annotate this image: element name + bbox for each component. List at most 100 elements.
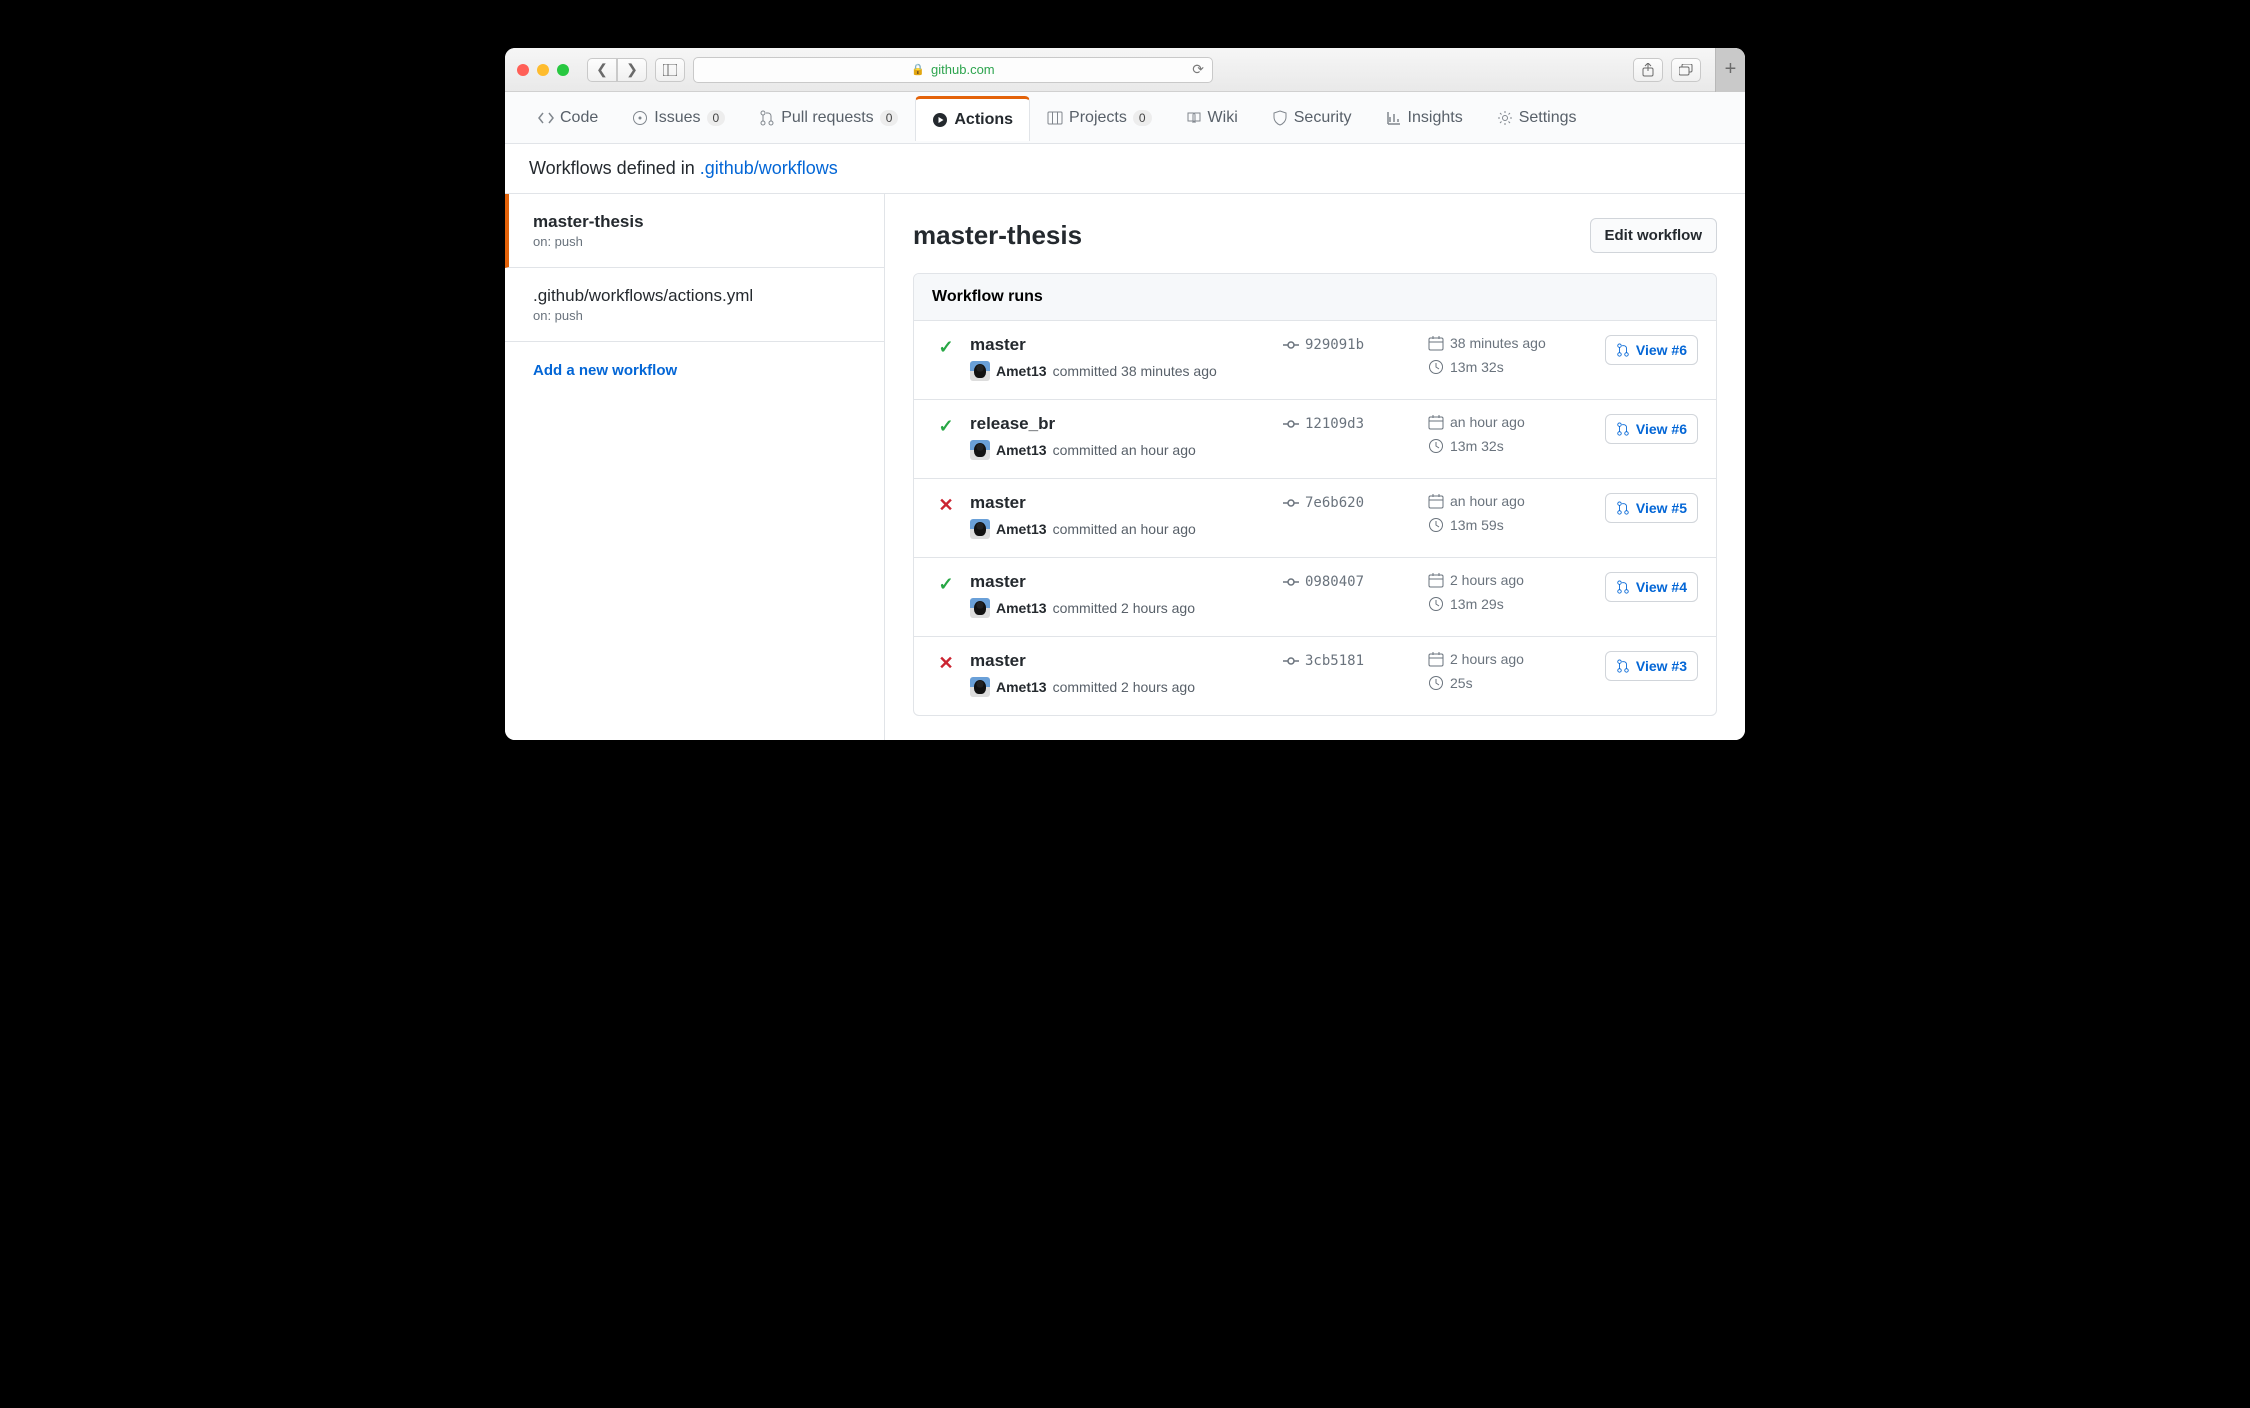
workflow-run-row: ✕ master Amet13 committed 2 hours ago 3c…: [914, 637, 1716, 715]
view-run-button[interactable]: View #5: [1605, 493, 1698, 523]
workflows-path-link[interactable]: .github/workflows: [700, 158, 838, 178]
projects-count: 0: [1133, 110, 1152, 126]
run-info: master Amet13 committed an hour ago: [970, 493, 1273, 539]
commit-sha[interactable]: 3cb5181: [1283, 653, 1418, 669]
run-timing: 2 hours ago 13m 29s: [1428, 572, 1568, 620]
status-failure-icon: ✕: [932, 653, 960, 674]
tab-issues[interactable]: Issues 0: [615, 96, 742, 139]
view-run-button[interactable]: View #6: [1605, 414, 1698, 444]
commit-line: Amet13 committed an hour ago: [970, 519, 1273, 539]
tab-actions[interactable]: Actions: [915, 96, 1030, 141]
breadcrumb-prefix: Workflows defined in: [529, 158, 700, 178]
branch-name[interactable]: master: [970, 493, 1273, 513]
workflow-title: master-thesis: [913, 220, 1082, 251]
view-run-button[interactable]: View #3: [1605, 651, 1698, 681]
committed-text: committed 38 minutes ago: [1053, 363, 1217, 379]
zoom-window-button[interactable]: [557, 64, 569, 76]
tab-security[interactable]: Security: [1255, 96, 1369, 139]
author-link[interactable]: Amet13: [996, 521, 1047, 537]
avatar[interactable]: [970, 677, 990, 697]
edit-workflow-button[interactable]: Edit workflow: [1590, 218, 1718, 253]
code-icon: [538, 110, 554, 126]
tab-settings[interactable]: Settings: [1480, 96, 1594, 139]
commit-line: Amet13 committed an hour ago: [970, 440, 1273, 460]
run-queued-time: 2 hours ago: [1428, 651, 1568, 667]
run-timing: 38 minutes ago 13m 32s: [1428, 335, 1568, 383]
browser-window: ❮ ❯ 🔒 github.com ⟳ + Code Issues 0: [505, 48, 1745, 740]
back-button[interactable]: ❮: [587, 58, 617, 82]
workflow-runs-header: Workflow runs: [914, 274, 1716, 321]
close-window-button[interactable]: [517, 64, 529, 76]
run-info: master Amet13 committed 38 minutes ago: [970, 335, 1273, 381]
workflow-runs-box: Workflow runs ✓ master Amet13 committed …: [913, 273, 1717, 716]
commit-line: Amet13 committed 2 hours ago: [970, 677, 1273, 697]
tab-insights[interactable]: Insights: [1369, 96, 1480, 139]
pulls-count: 0: [880, 110, 899, 126]
tab-projects[interactable]: Projects 0: [1030, 96, 1168, 139]
tabs-button[interactable]: [1671, 58, 1701, 82]
commit-line: Amet13 committed 2 hours ago: [970, 598, 1273, 618]
new-tab-button[interactable]: +: [1715, 48, 1745, 92]
url-bar[interactable]: 🔒 github.com ⟳: [693, 57, 1213, 83]
book-icon: [1186, 110, 1202, 126]
gear-icon: [1497, 110, 1513, 126]
traffic-lights: [517, 64, 569, 76]
play-icon: [932, 112, 948, 128]
sidebar-workflow-item[interactable]: master-thesis on: push: [505, 194, 884, 268]
commit-line: Amet13 committed 38 minutes ago: [970, 361, 1273, 381]
run-duration: 13m 32s: [1428, 438, 1568, 454]
run-duration: 13m 59s: [1428, 517, 1568, 533]
status-success-icon: ✓: [932, 416, 960, 437]
tab-code[interactable]: Code: [521, 96, 615, 139]
tab-wiki[interactable]: Wiki: [1169, 96, 1255, 139]
avatar[interactable]: [970, 519, 990, 539]
committed-text: committed 2 hours ago: [1053, 600, 1195, 616]
branch-name[interactable]: release_br: [970, 414, 1273, 434]
run-duration: 25s: [1428, 675, 1568, 691]
view-run-button[interactable]: View #4: [1605, 572, 1698, 602]
workflows-sidebar: master-thesis on: push .github/workflows…: [505, 194, 885, 740]
avatar[interactable]: [970, 440, 990, 460]
author-link[interactable]: Amet13: [996, 363, 1047, 379]
workflow-run-row: ✓ release_br Amet13 committed an hour ag…: [914, 400, 1716, 479]
titlebar: ❮ ❯ 🔒 github.com ⟳ +: [505, 48, 1745, 92]
graph-icon: [1386, 110, 1402, 126]
author-link[interactable]: Amet13: [996, 600, 1047, 616]
run-info: release_br Amet13 committed an hour ago: [970, 414, 1273, 460]
tab-wiki-label: Wiki: [1208, 109, 1238, 127]
tab-actions-label: Actions: [954, 111, 1013, 129]
commit-sha[interactable]: 12109d3: [1283, 416, 1418, 432]
run-queued-time: an hour ago: [1428, 493, 1568, 509]
forward-button[interactable]: ❯: [617, 58, 647, 82]
view-run-button[interactable]: View #6: [1605, 335, 1698, 365]
branch-name[interactable]: master: [970, 572, 1273, 592]
commit-sha[interactable]: 0980407: [1283, 574, 1418, 590]
page-content: Workflows defined in .github/workflows m…: [505, 144, 1745, 740]
run-queued-time: 2 hours ago: [1428, 572, 1568, 588]
branch-name[interactable]: master: [970, 651, 1273, 671]
workflow-main: master-thesis Edit workflow Workflow run…: [885, 194, 1745, 740]
commit-sha[interactable]: 7e6b620: [1283, 495, 1418, 511]
workflows-breadcrumb: Workflows defined in .github/workflows: [505, 144, 1745, 194]
project-icon: [1047, 110, 1063, 126]
add-workflow-link[interactable]: Add a new workflow: [505, 342, 884, 399]
sidebar-toggle-button[interactable]: [655, 58, 685, 82]
issue-icon: [632, 110, 648, 126]
author-link[interactable]: Amet13: [996, 679, 1047, 695]
workflow-run-row: ✕ master Amet13 committed an hour ago 7e…: [914, 479, 1716, 558]
share-button[interactable]: [1633, 58, 1663, 82]
branch-name[interactable]: master: [970, 335, 1273, 355]
tab-code-label: Code: [560, 109, 598, 127]
sidebar-workflow-title: .github/workflows/actions.yml: [533, 286, 860, 306]
committed-text: committed an hour ago: [1053, 442, 1196, 458]
tab-pulls[interactable]: Pull requests 0: [742, 96, 915, 139]
commit-sha[interactable]: 929091b: [1283, 337, 1418, 353]
sidebar-workflow-item[interactable]: .github/workflows/actions.yml on: push: [505, 268, 884, 342]
reload-button[interactable]: ⟳: [1192, 61, 1204, 78]
issues-count: 0: [707, 110, 726, 126]
avatar[interactable]: [970, 598, 990, 618]
run-timing: 2 hours ago 25s: [1428, 651, 1568, 699]
author-link[interactable]: Amet13: [996, 442, 1047, 458]
avatar[interactable]: [970, 361, 990, 381]
minimize-window-button[interactable]: [537, 64, 549, 76]
